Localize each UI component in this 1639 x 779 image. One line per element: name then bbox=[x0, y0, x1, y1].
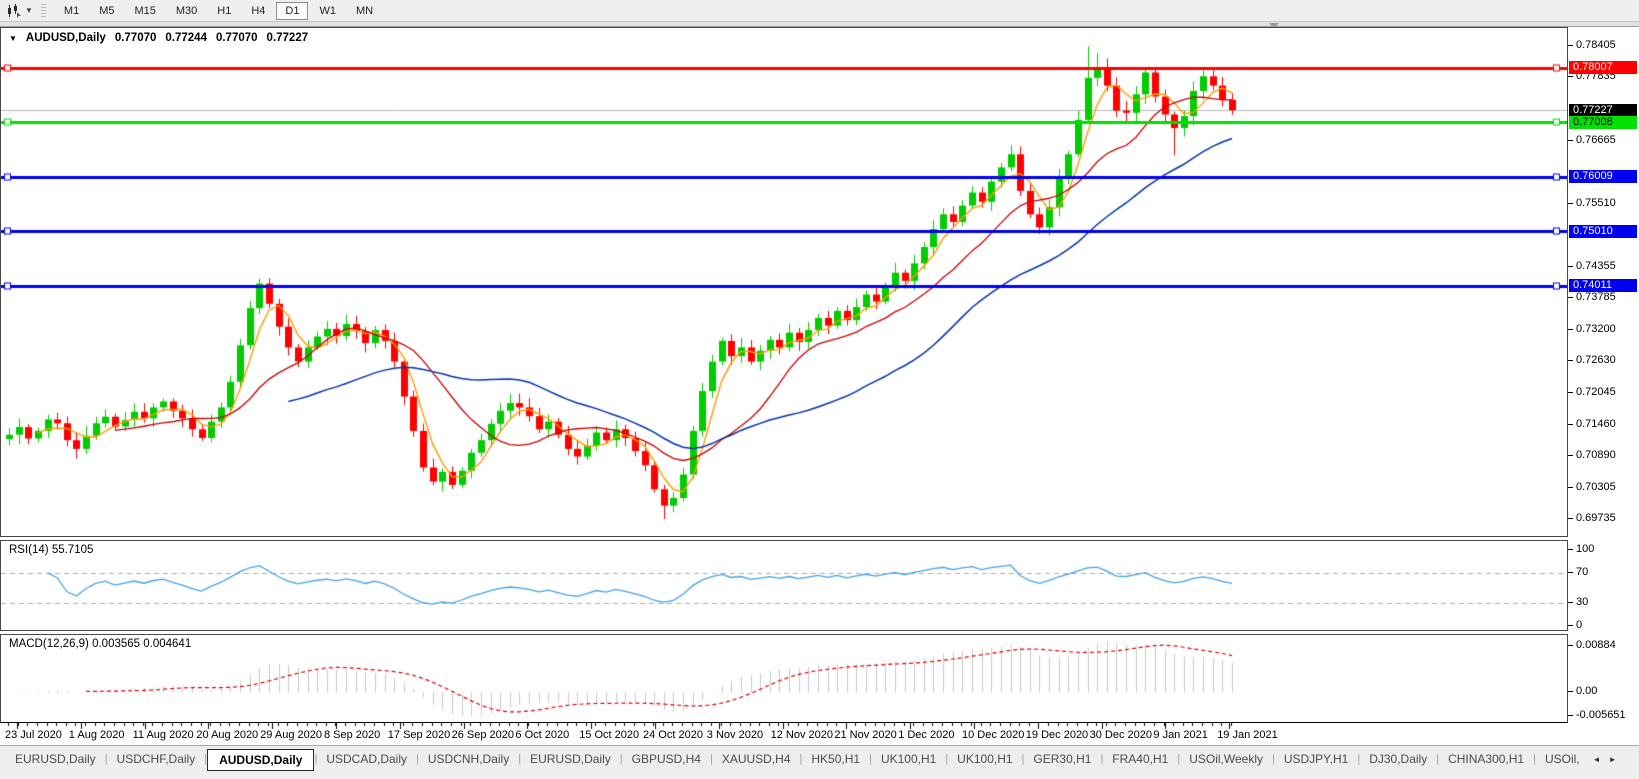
chart-tab-uk100-h1[interactable]: UK100,H1 bbox=[872, 749, 945, 769]
ohlc-open: 0.77070 bbox=[115, 32, 157, 44]
date-label: 26 Sep 2020 bbox=[452, 729, 514, 741]
chart-tab-eurusd-daily[interactable]: EURUSD,Daily bbox=[6, 749, 105, 769]
chart-tab-usdcnh-daily[interactable]: USDCNH,Daily bbox=[419, 749, 518, 769]
price-axis-tick: 0.78405 bbox=[1576, 39, 1616, 51]
price-axis-tick: 0.71460 bbox=[1576, 418, 1616, 430]
date-label: 8 Sep 2020 bbox=[324, 729, 380, 741]
ohlc-close: 0.77227 bbox=[267, 32, 309, 44]
timeframe-button-h1[interactable]: H1 bbox=[208, 2, 240, 20]
chart-symbol-label: AUDUSD,Daily bbox=[26, 32, 106, 44]
rsi-axis-tick: 30 bbox=[1576, 596, 1588, 608]
date-label: 6 Oct 2020 bbox=[515, 729, 569, 741]
price-chart-canvas[interactable] bbox=[1, 28, 1567, 536]
timeframe-toolbar: ▼ M1M5M15M30H1H4D1W1MN bbox=[0, 0, 1639, 22]
macd-canvas[interactable] bbox=[1, 635, 1567, 722]
date-label: 3 Nov 2020 bbox=[707, 729, 763, 741]
timeframe-button-d1[interactable]: D1 bbox=[276, 2, 308, 20]
date-label: 1 Dec 2020 bbox=[898, 729, 954, 741]
macd-axis-tick: 0.00884 bbox=[1576, 639, 1616, 651]
resistance-line-label: 0.78007 bbox=[1569, 61, 1637, 74]
date-label: 29 Aug 2020 bbox=[260, 729, 322, 741]
timeframe-button-h4[interactable]: H4 bbox=[242, 2, 274, 20]
date-label: 15 Oct 2020 bbox=[579, 729, 639, 741]
date-label: 17 Sep 2020 bbox=[388, 729, 450, 741]
macd-axis-tick: -0.005651 bbox=[1576, 709, 1626, 721]
timeframe-button-m30[interactable]: M30 bbox=[167, 2, 206, 20]
price-axis-tick: 0.70890 bbox=[1576, 449, 1616, 461]
date-label: 10 Dec 2020 bbox=[962, 729, 1024, 741]
date-label: 9 Jan 2021 bbox=[1153, 729, 1207, 741]
date-label: 21 Nov 2020 bbox=[834, 729, 896, 741]
chart-title: ▼ AUDUSD,Daily 0.77070 0.77244 0.77070 0… bbox=[9, 32, 308, 44]
support-line-label: 0.77008 bbox=[1569, 116, 1637, 129]
symbol-caret-icon[interactable]: ▼ bbox=[9, 34, 17, 43]
ohlc-high: 0.77244 bbox=[165, 32, 207, 44]
tabs-scroll-right-icon[interactable]: ► bbox=[1605, 749, 1621, 764]
chart-tab-usoil-weekly[interactable]: USOil,Weekly bbox=[1180, 749, 1272, 769]
date-label: 1 Aug 2020 bbox=[69, 729, 125, 741]
support-line-label: 0.75010 bbox=[1569, 225, 1637, 238]
macd-axis-tick: 0.00 bbox=[1576, 685, 1597, 697]
chart-tool-caret-icon[interactable]: ▼ bbox=[25, 6, 33, 15]
rsi-axis-tick: 0 bbox=[1576, 619, 1582, 631]
chart-tab-usdchf-daily[interactable]: USDCHF,Daily bbox=[108, 749, 205, 769]
chart-tab-eurusd-daily[interactable]: EURUSD,Daily bbox=[521, 749, 620, 769]
tabs-scroll-left-icon[interactable]: ◄ bbox=[1589, 749, 1605, 764]
support-line-label: 0.74011 bbox=[1569, 279, 1637, 292]
timeframe-button-m5[interactable]: M5 bbox=[90, 2, 123, 20]
chart-tab-audusd-daily[interactable]: AUDUSD,Daily bbox=[207, 749, 314, 771]
timeframe-button-w1[interactable]: W1 bbox=[310, 2, 345, 20]
time-axis: 23 Jul 2020 1 Aug 2020 11 Aug 202020 Aug 2… bbox=[0, 722, 1568, 745]
chart-tabs-bar: EURUSD,Daily|USDCHF,Daily|AUDUSD,Daily|U… bbox=[0, 745, 1639, 779]
date-label: 24 Oct 2020 bbox=[643, 729, 703, 741]
chart-tab-fra40-h1[interactable]: FRA40,H1 bbox=[1103, 749, 1177, 769]
chart-tab-uk100-h1[interactable]: UK100,H1 bbox=[948, 749, 1021, 769]
price-axis-tick: 0.72045 bbox=[1576, 386, 1616, 398]
date-label: 19 Jan 2021 bbox=[1217, 729, 1278, 741]
rsi-label: RSI(14) 55.7105 bbox=[9, 544, 93, 556]
trading-terminal-window: ▼ M1M5M15M30H1H4D1W1MN ▼ AUDUSD,Daily 0.… bbox=[0, 0, 1639, 779]
toolbar-grip-handle[interactable] bbox=[41, 4, 46, 18]
price-axis-tick: 0.74355 bbox=[1576, 260, 1616, 272]
price-axis-tick: 0.73200 bbox=[1576, 323, 1616, 335]
chart-tab-ger30-h1[interactable]: GER30,H1 bbox=[1024, 749, 1100, 769]
timeframe-button-m15[interactable]: M15 bbox=[125, 2, 164, 20]
price-axis-tick: 0.73785 bbox=[1576, 291, 1616, 303]
date-label: 30 Dec 2020 bbox=[1090, 729, 1152, 741]
date-label: 20 Aug 2020 bbox=[196, 729, 258, 741]
rsi-indicator-panel: RSI(14) 55.7105 bbox=[0, 540, 1568, 631]
chart-tab-xauusd-h4[interactable]: XAUUSD,H4 bbox=[713, 749, 800, 769]
rsi-axis-tick: 70 bbox=[1576, 566, 1588, 578]
date-label: 11 Aug 2020 bbox=[133, 729, 194, 741]
chart-cursor-icon[interactable] bbox=[6, 3, 22, 19]
price-axis-tick: 0.75510 bbox=[1576, 197, 1616, 209]
chart-tab-hk50-h1[interactable]: HK50,H1 bbox=[802, 749, 869, 769]
macd-indicator-panel: MACD(12,26,9) 0.003565 0.004641 bbox=[0, 634, 1568, 723]
date-label: 12 Nov 2020 bbox=[771, 729, 833, 741]
main-chart-panel: ▼ AUDUSD,Daily 0.77070 0.77244 0.77070 0… bbox=[0, 27, 1568, 537]
timeframe-button-mn[interactable]: MN bbox=[347, 2, 382, 20]
chart-tab-gbpusd-h4[interactable]: GBPUSD,H4 bbox=[623, 749, 710, 769]
support-line-label: 0.76009 bbox=[1569, 170, 1637, 183]
price-axis-tick: 0.72630 bbox=[1576, 354, 1616, 366]
chart-tab-china300-h1[interactable]: CHINA300,H1 bbox=[1439, 749, 1533, 769]
timeframe-button-m1[interactable]: M1 bbox=[55, 2, 88, 20]
chart-tab-usoil-[interactable]: USOil, bbox=[1536, 749, 1589, 769]
chart-tab-usdjpy-h1[interactable]: USDJPY,H1 bbox=[1275, 749, 1357, 769]
ohlc-low: 0.77070 bbox=[216, 32, 258, 44]
date-label: 23 Jul 2020 bbox=[5, 729, 62, 741]
rsi-axis-tick: 100 bbox=[1576, 543, 1594, 555]
price-axis-tick: 0.70305 bbox=[1576, 481, 1616, 493]
rsi-canvas[interactable] bbox=[1, 541, 1567, 630]
date-label: 19 Dec 2020 bbox=[1026, 729, 1088, 741]
chart-tab-dj30-daily[interactable]: DJ30,Daily bbox=[1360, 749, 1436, 769]
price-axis-tick: 0.76665 bbox=[1576, 134, 1616, 146]
price-axis-tick: 0.69735 bbox=[1576, 512, 1616, 524]
chart-tab-usdcad-daily[interactable]: USDCAD,Daily bbox=[317, 749, 416, 769]
macd-label: MACD(12,26,9) 0.003565 0.004641 bbox=[9, 638, 191, 650]
